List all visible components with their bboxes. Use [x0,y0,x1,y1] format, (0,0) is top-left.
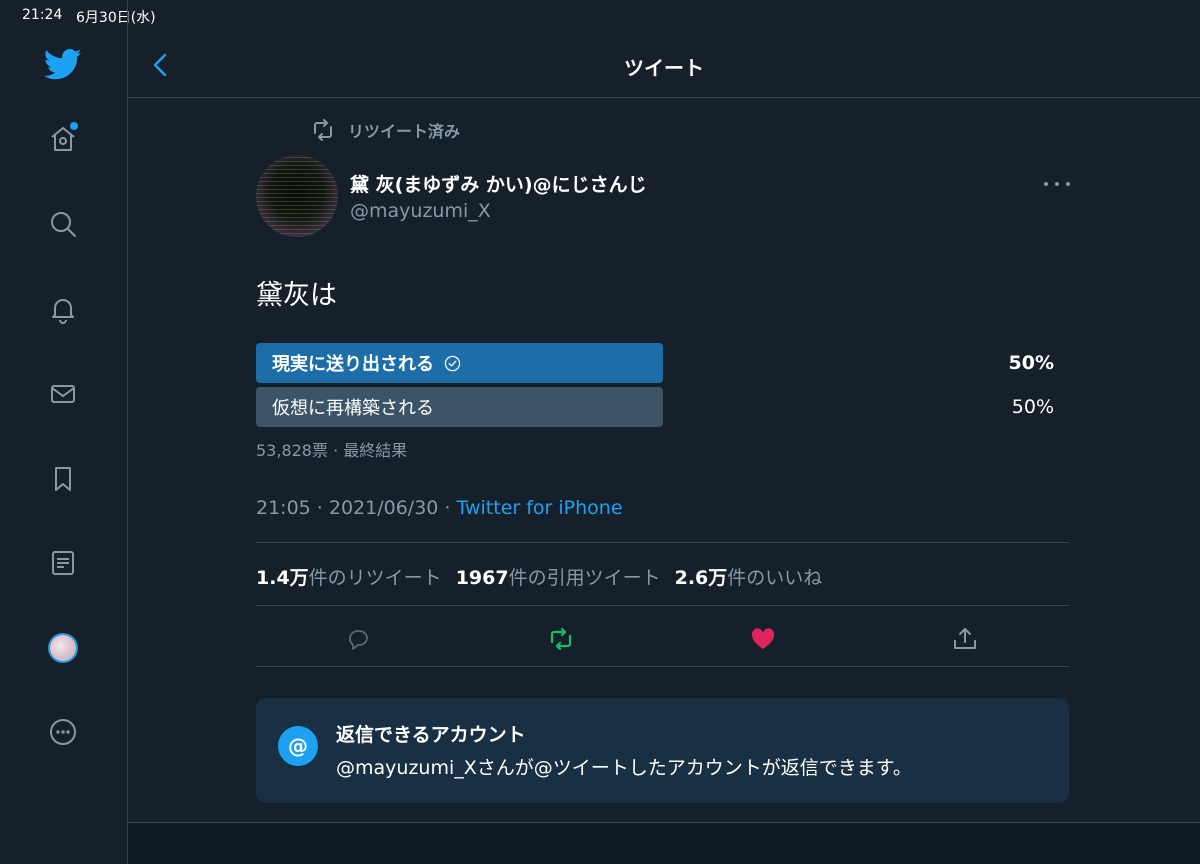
more-options-button[interactable] [1044,172,1070,196]
retweeted-text: リツイート済み [348,122,461,141]
retweet-button[interactable] [546,624,576,654]
heart-icon [751,628,775,649]
header-bar: ツイート [128,32,1200,98]
mail-icon[interactable] [44,375,82,413]
bell-icon[interactable] [44,290,82,328]
at-icon: @ [278,726,318,766]
timestamp-text: 21:05 · 2021/06/30 · [256,497,457,519]
bookmark-icon[interactable] [44,460,82,498]
retweets-count: 1.4万 [256,567,309,589]
poll-meta: 53,828票 · 最終結果 [256,441,408,460]
more-dot [1055,182,1059,186]
quotes-count: 1967 [455,567,509,589]
poll-option-winner: 現実に送り出される [256,343,663,383]
author-handle[interactable]: @mayuzumi_X [350,200,491,222]
reply-button[interactable] [343,624,373,654]
poll-option-percent: 50% [1011,396,1054,418]
retweeted-label: リツイート済み [310,118,460,142]
retweet-icon [550,627,572,651]
notice-title: 返信できるアカウント [336,724,526,746]
share-icon [954,628,976,649]
poll-option-label: 仮想に再構築される [272,398,434,419]
source-link[interactable]: Twitter for iPhone [457,497,623,519]
search-icon[interactable] [44,205,82,243]
list-icon[interactable] [44,544,82,582]
notification-dot [70,122,78,130]
retweets-stat[interactable]: 1.4万件のリツイート [256,563,442,590]
reply-icon [349,630,368,650]
author-name[interactable]: 黛 灰(まゆずみ かい)@にじさんじ [350,170,647,197]
retweet-icon [314,119,332,141]
retweets-label: 件のリツイート [308,567,442,589]
divider [256,666,1069,667]
quotes-stat[interactable]: 1967件の引用ツイート [456,563,661,590]
check-circle-icon [444,355,461,371]
profile-avatar[interactable] [44,629,82,667]
tweet-stats: 1.4万件のリツイート 1967件の引用ツイート 2.6万件のいいね [256,563,836,590]
more-dot [1066,182,1070,186]
timeline-continuation [128,823,1200,864]
poll-option-label: 現実に送り出される [272,354,434,375]
quotes-label: 件の引用ツイート [508,567,661,589]
divider [256,542,1069,543]
like-button[interactable] [748,624,778,654]
tweet-text: 黛灰は [256,280,337,311]
likes-stat[interactable]: 2.6万件のいいね [675,563,823,590]
sidebar-nav [0,0,128,864]
author-avatar[interactable] [256,155,338,237]
likes-label: 件のいいね [727,567,823,589]
twitter-logo-icon[interactable] [44,45,82,83]
reply-restriction-notice: @ 返信できるアカウント @mayuzumi_Xさんが@ツイートしたアカウントが… [256,698,1069,803]
poll-option-percent: 50% [1008,352,1054,374]
more-icon[interactable] [44,713,82,751]
poll-option: 仮想に再構築される [256,387,663,427]
divider [256,605,1069,606]
home-icon[interactable] [44,120,82,158]
tweet-timestamp: 21:05 · 2021/06/30 · Twitter for iPhone [256,497,623,519]
likes-count: 2.6万 [674,567,728,589]
share-button[interactable] [950,624,980,654]
notice-description: @mayuzumi_Xさんが@ツイートしたアカウントが返信できます。 [336,757,912,779]
more-dot [1044,182,1048,186]
avatar [48,633,78,663]
status-bar: 21:24 6月30日(水) [0,0,1200,32]
page-title: ツイート [624,56,704,80]
